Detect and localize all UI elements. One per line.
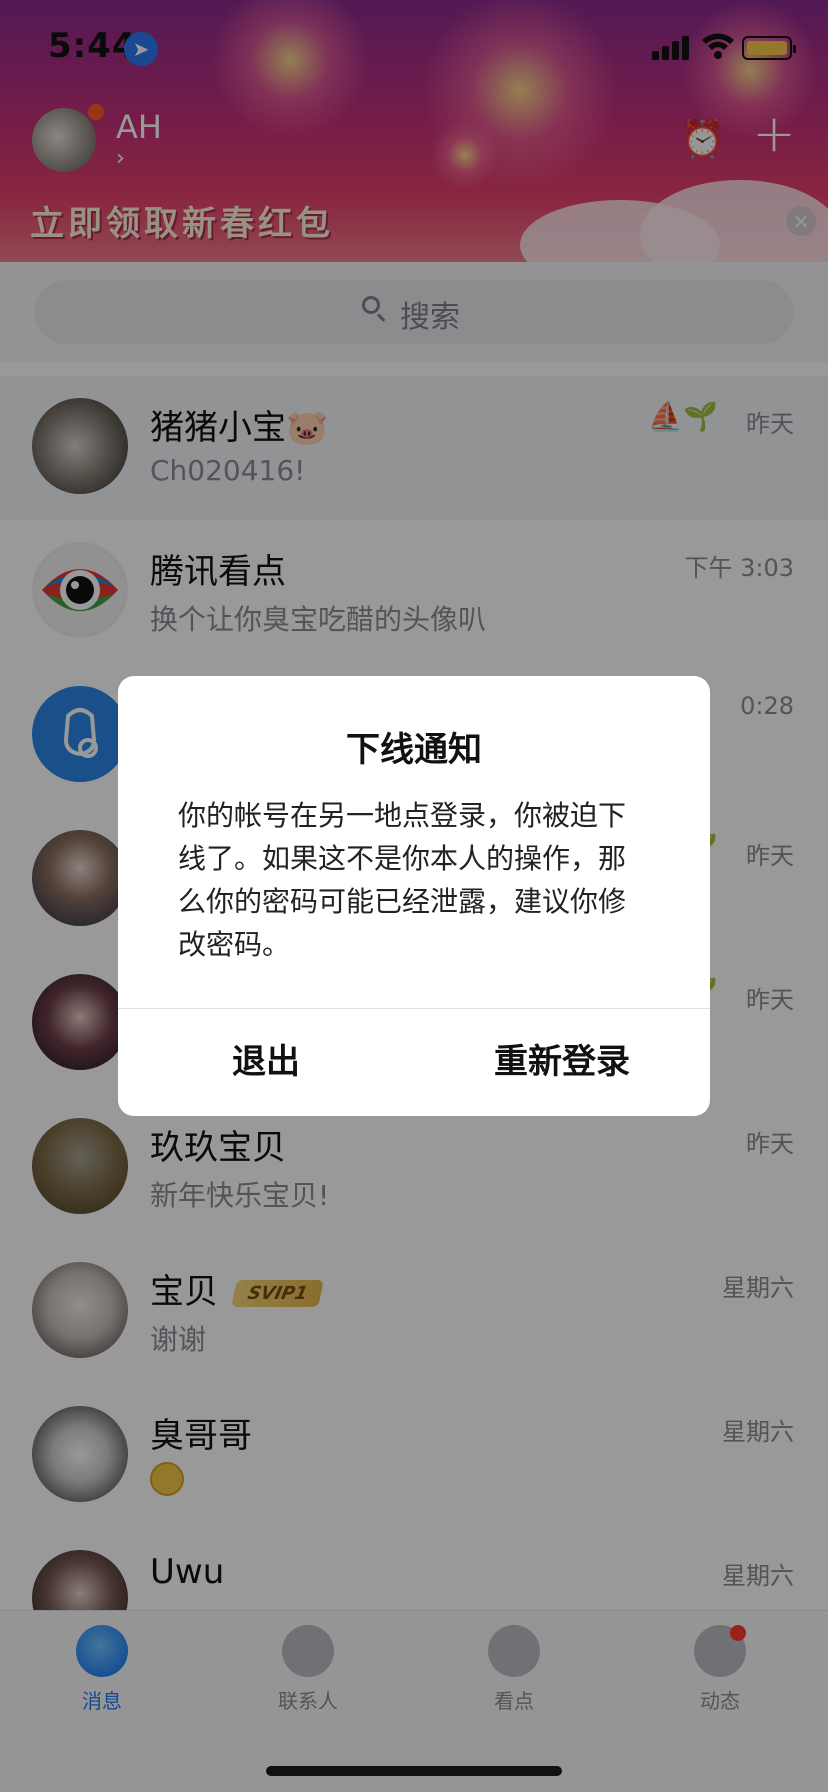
home-indicator[interactable] [266, 1766, 562, 1776]
dialog-title: 下线通知 [346, 730, 482, 770]
offline-notice-dialog: 下线通知 你的帐号在另一地点登录，你被迫下线了。如果这不是你本人的操作，那么你的… [118, 676, 710, 1116]
dialog-message: 你的帐号在另一地点登录，你被迫下线了。如果这不是你本人的操作，那么你的密码可能已… [178, 799, 627, 961]
relogin-button[interactable]: 重新登录 [414, 1009, 710, 1116]
app-screen: 5:44 ➤ AH › ⏰ + 立即领取新春红包 × 搜索 猪猪小宝🐷 Ch02… [0, 0, 828, 1792]
exit-button[interactable]: 退出 [118, 1009, 414, 1116]
